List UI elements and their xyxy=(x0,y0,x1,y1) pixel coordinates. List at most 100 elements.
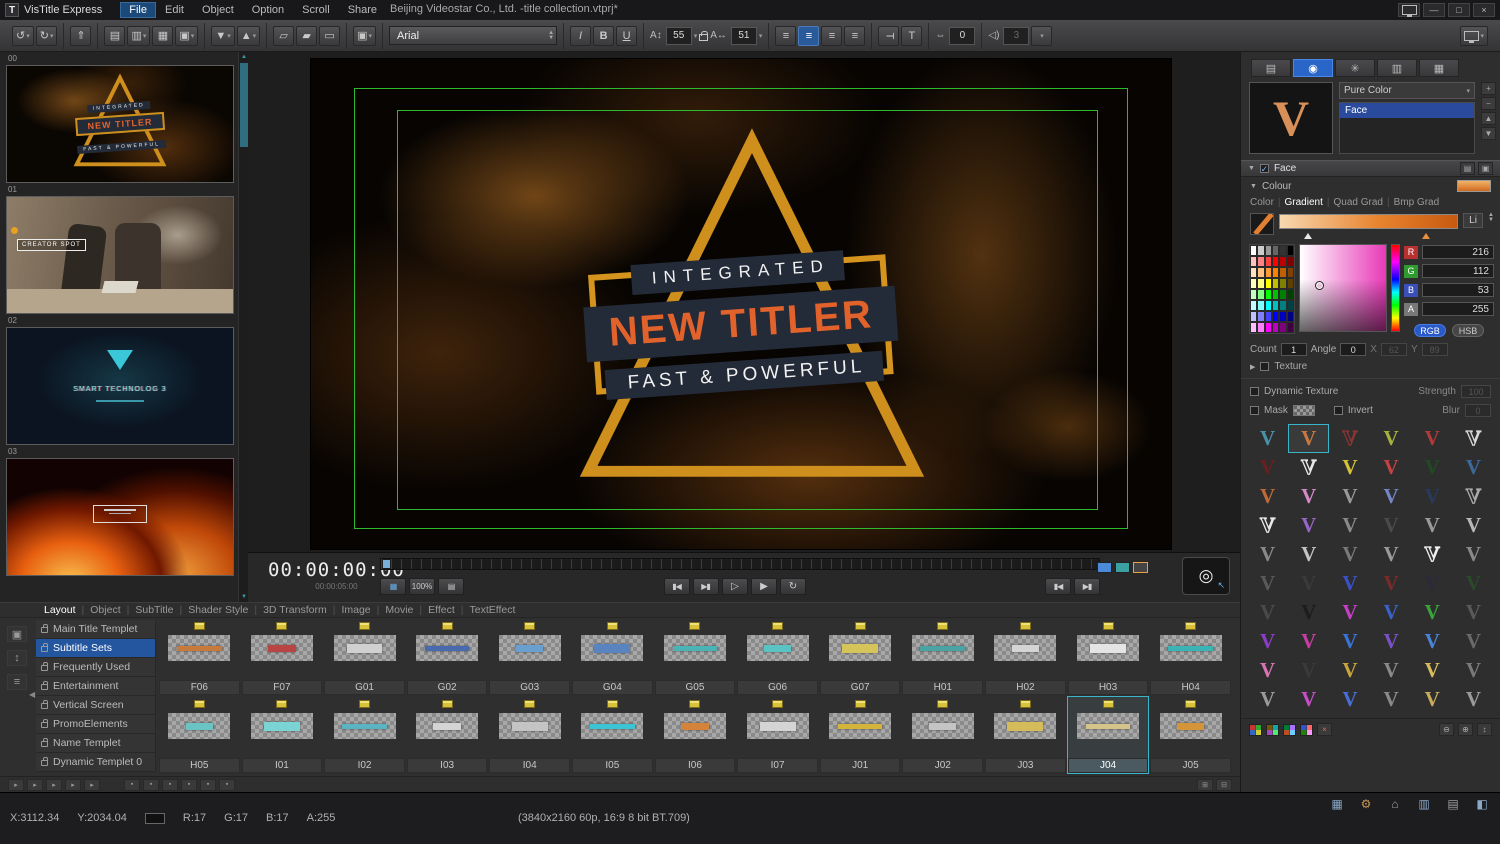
template-h03[interactable]: H03 xyxy=(1067,618,1150,696)
picker-cursor[interactable] xyxy=(1315,281,1325,291)
template-i05[interactable]: I05 xyxy=(571,696,654,774)
play-button[interactable]: ▶ xyxy=(750,577,777,595)
palette-swatch[interactable] xyxy=(1250,300,1258,311)
list-tool-icon[interactable]: ≡ xyxy=(7,674,27,690)
style-cell-58[interactable]: V xyxy=(1412,685,1453,714)
style-cell-25[interactable]: V xyxy=(1288,540,1329,569)
palette-swatch[interactable] xyxy=(1286,300,1294,311)
template-g07[interactable]: G07 xyxy=(819,618,902,696)
display-icon[interactable]: ◧ xyxy=(1472,796,1492,812)
template-j05[interactable]: J05 xyxy=(1149,696,1232,774)
open-file-button[interactable]: ▥ ▾ xyxy=(127,25,151,46)
category-promoelements[interactable]: PromoElements xyxy=(36,715,156,734)
style-cell-47[interactable]: V xyxy=(1453,627,1494,656)
palette-swatch[interactable] xyxy=(1279,245,1287,256)
gradient-stop-2[interactable] xyxy=(1422,229,1431,239)
font-size-field[interactable]: 55 xyxy=(665,26,692,45)
style-cell-32[interactable]: V xyxy=(1329,569,1370,598)
style-cell-51[interactable]: V xyxy=(1371,656,1412,685)
home-icon[interactable]: ⌂ xyxy=(1385,796,1405,812)
import-button[interactable]: ▼ ▾ xyxy=(211,25,235,46)
palette-swatch[interactable] xyxy=(1257,278,1265,289)
template-h04[interactable]: H04 xyxy=(1149,618,1232,696)
style-cell-55[interactable]: V xyxy=(1288,685,1329,714)
style-cell-2[interactable]: V xyxy=(1329,424,1370,453)
invert-checkbox[interactable] xyxy=(1333,406,1343,415)
style-cell-41[interactable]: V xyxy=(1453,598,1494,627)
playhead-marker[interactable] xyxy=(383,560,390,568)
texture-checkbox[interactable] xyxy=(1260,362,1270,371)
style-cell-49[interactable]: V xyxy=(1288,656,1329,685)
style-cell-15[interactable]: V xyxy=(1371,482,1412,511)
style-cell-28[interactable]: V xyxy=(1412,540,1453,569)
audio-monitor-icon[interactable]: ▦ xyxy=(1327,796,1347,812)
export-button[interactable]: ▲ ▾ xyxy=(236,25,261,46)
expand-arrow-icon[interactable]: ▶ xyxy=(1250,363,1255,371)
palette-swatch[interactable] xyxy=(1272,245,1280,256)
menu-option[interactable]: Option xyxy=(243,2,293,18)
palette-swatch[interactable] xyxy=(1279,256,1287,267)
library-scrollbar[interactable]: ▲ ▼ xyxy=(238,52,248,602)
style-cell-30[interactable]: V xyxy=(1247,569,1288,598)
menu-scroll[interactable]: Scroll xyxy=(293,2,339,18)
page-next-icon[interactable]: ▭ xyxy=(319,25,341,46)
palette-preset-3-icon[interactable] xyxy=(1283,723,1296,736)
channel-value-field[interactable]: 216 xyxy=(1422,245,1494,259)
palette-swatch[interactable] xyxy=(1286,256,1294,267)
category-vertical-screen[interactable]: Vertical Screen xyxy=(36,696,156,715)
title-banner[interactable]: INTEGRATED NEW TITLER FAST & POWERFUL xyxy=(581,246,902,400)
sort-tool-icon[interactable]: ↕ xyxy=(7,650,27,666)
style-cell-5[interactable]: V xyxy=(1453,424,1494,453)
zoom-out-button[interactable]: ⊖ xyxy=(1439,723,1454,736)
style-cell-50[interactable]: V xyxy=(1329,656,1370,685)
dynamic-texture-checkbox[interactable] xyxy=(1250,387,1259,396)
template-j02[interactable]: J02 xyxy=(901,696,984,774)
palette-swatch[interactable] xyxy=(1257,311,1265,322)
style-cell-1[interactable]: V xyxy=(1288,424,1330,453)
style-cell-46[interactable]: V xyxy=(1412,627,1453,656)
palette-swatch[interactable] xyxy=(1257,267,1265,278)
view-mode-1-button[interactable]: ▸ xyxy=(8,778,24,791)
style-cell-14[interactable]: V xyxy=(1329,482,1370,511)
palette-swatch[interactable] xyxy=(1264,311,1272,322)
tab-subtitle[interactable]: SubTitle xyxy=(135,604,173,616)
timeline-film-button[interactable]: ▤ xyxy=(438,577,464,595)
palette-swatch[interactable] xyxy=(1272,300,1280,311)
palette-swatch[interactable] xyxy=(1272,256,1280,267)
tab-effects-icon[interactable]: ✳ xyxy=(1335,59,1375,77)
template-i04[interactable]: I04 xyxy=(488,696,571,774)
template-h01[interactable]: H01 xyxy=(901,618,984,696)
palette-swatch[interactable] xyxy=(1272,311,1280,322)
tab-effect[interactable]: Effect xyxy=(428,604,455,616)
style-cell-39[interactable]: V xyxy=(1371,598,1412,627)
palette-swatch[interactable] xyxy=(1286,267,1294,278)
filter-5-button[interactable]: ▪ xyxy=(200,778,216,791)
palette-swatch[interactable] xyxy=(1286,311,1294,322)
template-g02[interactable]: G02 xyxy=(406,618,489,696)
filter-3-button[interactable]: ▪ xyxy=(162,778,178,791)
palette-swatch[interactable] xyxy=(1250,289,1258,300)
printer-icon[interactable]: ▤ xyxy=(1443,796,1463,812)
template-i01[interactable]: I01 xyxy=(241,696,324,774)
aspect-lock-icon[interactable] xyxy=(699,30,709,41)
template-g03[interactable]: G03 xyxy=(488,618,571,696)
channel-value-field[interactable]: 53 xyxy=(1422,283,1494,297)
add-layer-button[interactable]: + xyxy=(1481,82,1496,95)
palette-swatch[interactable] xyxy=(1286,278,1294,289)
gradient-picker-icon[interactable] xyxy=(1250,213,1274,235)
panel-collapse-icon[interactable]: ◀ xyxy=(29,690,35,699)
menu-edit[interactable]: Edit xyxy=(156,2,193,18)
channel-value-field[interactable]: 112 xyxy=(1422,264,1494,278)
palette-swatch[interactable] xyxy=(1264,300,1272,311)
template-g05[interactable]: G05 xyxy=(654,618,737,696)
style-cell-38[interactable]: V xyxy=(1329,598,1370,627)
filter-4-button[interactable]: ▪ xyxy=(181,778,197,791)
palette-swatch[interactable] xyxy=(1257,256,1265,267)
style-cell-18[interactable]: V xyxy=(1247,511,1288,540)
style-cell-7[interactable]: V xyxy=(1288,453,1329,482)
capture-output-icon[interactable] xyxy=(1133,562,1148,573)
gradient-spinner-icon[interactable]: ▲ ▼ xyxy=(1488,212,1494,223)
style-cell-11[interactable]: V xyxy=(1453,453,1494,482)
mask-thumbnail[interactable] xyxy=(1292,405,1315,416)
current-colour-swatch[interactable] xyxy=(1457,180,1491,192)
